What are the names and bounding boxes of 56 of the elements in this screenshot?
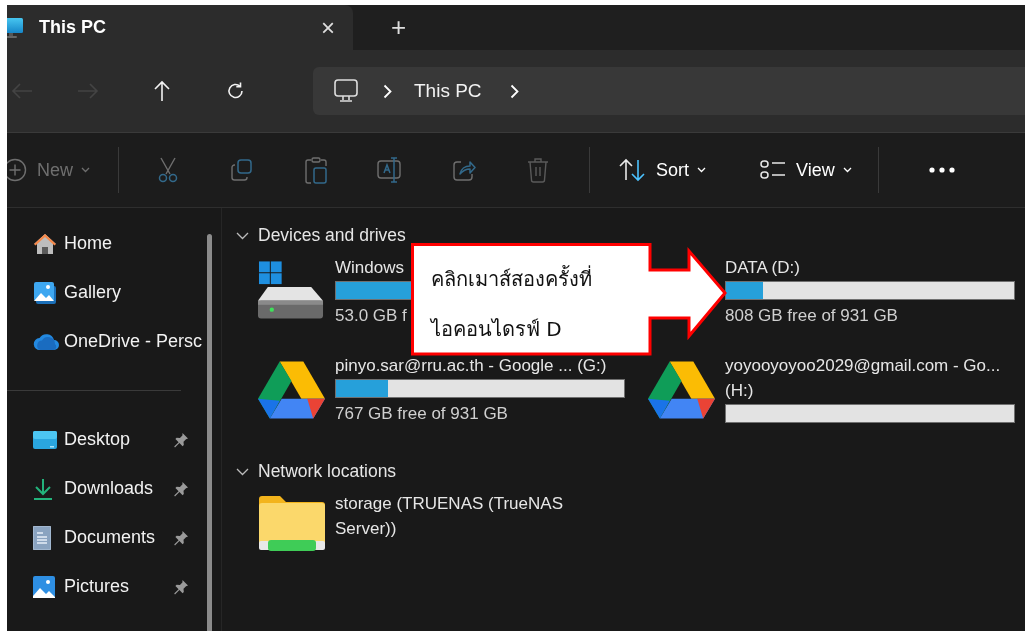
- new-tab-button[interactable]: +: [385, 5, 413, 50]
- download-arrow-icon: [33, 477, 53, 500]
- sidebar-item[interactable]: Desktop: [7, 415, 195, 464]
- sidebar-item[interactable]: Gallery: [7, 268, 195, 317]
- sort-button[interactable]: Sort: [606, 148, 719, 192]
- cloud-drive-triangle-icon: [648, 359, 715, 419]
- address-bar[interactable]: This PC: [313, 67, 1025, 115]
- breadcrumb-item[interactable]: This PC: [414, 80, 482, 102]
- sidebar-item[interactable]: Home: [7, 219, 195, 268]
- monitor-icon: [333, 78, 359, 104]
- picture-icon: [33, 575, 55, 598]
- free-space-text: 53.0 GB f: [335, 305, 407, 327]
- callout-text: ไอคอนไดรฟ์ D: [431, 316, 562, 343]
- section-header[interactable]: Network locations: [236, 459, 1025, 483]
- sidebar-item[interactable]: OneDrive - Persc: [7, 317, 203, 366]
- free-space-text: 808 GB free of 931 GB: [725, 305, 898, 327]
- pin-icon: [173, 529, 189, 546]
- view-list-icon: [760, 159, 787, 181]
- pin-icon: [173, 480, 189, 497]
- drive-name: pinyo.sar@rru.ac.th - Google ... (G:): [335, 355, 607, 377]
- free-space-text: 767 GB free of 931 GB: [335, 403, 508, 425]
- cloud-drive-triangle-icon: [258, 359, 325, 419]
- sort-arrows-icon: [618, 158, 646, 182]
- scissors-icon: [156, 157, 180, 183]
- hard-drive-icon: [258, 261, 325, 319]
- share-icon: [452, 158, 476, 182]
- drive-name: Windows: [335, 257, 404, 279]
- desktop-icon: [33, 429, 57, 450]
- caret-icon: [842, 167, 852, 173]
- gallery-icon: [33, 280, 57, 305]
- sidebar-item[interactable]: Pictures: [7, 562, 195, 611]
- trash-icon: [527, 157, 549, 183]
- rename-icon: [376, 157, 404, 183]
- tab-title: This PC: [39, 17, 107, 38]
- caret-icon: [697, 167, 707, 173]
- more-options-icon: [928, 167, 955, 173]
- chevron-right-icon: [383, 83, 392, 99]
- caret-icon: [81, 167, 90, 173]
- browser-tab[interactable]: This PC ×: [7, 5, 353, 50]
- sidebar-item[interactable]: Downloads: [7, 464, 195, 513]
- chevron-right-icon: [509, 83, 519, 99]
- cloud-icon: [33, 332, 59, 351]
- drive-name: storage (TRUENAS (TrueNAS Server)): [335, 493, 564, 540]
- copy-icon: [230, 158, 254, 182]
- sidebar-item[interactable]: Documents: [7, 513, 195, 562]
- document-icon: [33, 525, 51, 550]
- close-tab-button[interactable]: ×: [315, 13, 341, 42]
- clipboard-icon: [304, 156, 328, 184]
- view-button[interactable]: View: [748, 148, 864, 192]
- drive-name: DATA (D:): [725, 257, 800, 279]
- pin-icon: [173, 578, 189, 595]
- callout-text: คลิกเมาส์สองครั้งที่: [431, 264, 592, 293]
- section-header[interactable]: Devices and drives: [236, 223, 1025, 247]
- pin-icon: [173, 431, 189, 448]
- home-icon: [33, 232, 57, 255]
- drive-name: yoyooyoyoo2029@gmail.com - Go... (H:): [725, 355, 1002, 402]
